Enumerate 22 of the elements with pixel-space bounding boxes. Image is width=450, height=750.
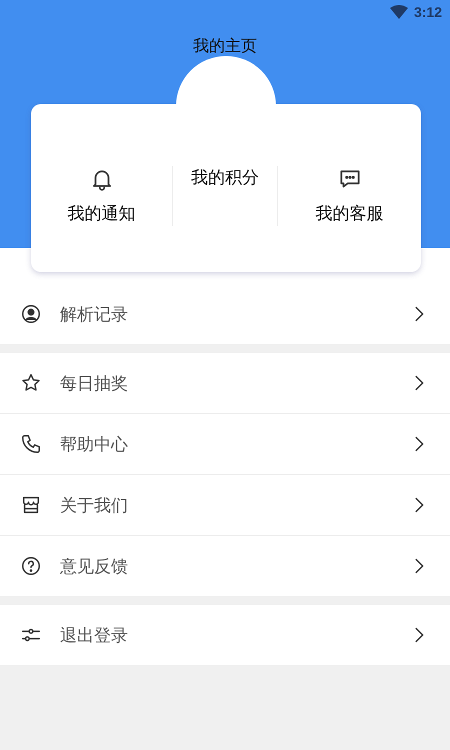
wifi-icon (390, 5, 408, 19)
store-icon (20, 494, 42, 516)
menu-label: 帮助中心 (60, 434, 129, 456)
menu-label: 意见反馈 (60, 556, 129, 578)
menu-label: 退出登录 (60, 624, 129, 646)
user-circle-icon (20, 303, 42, 325)
menu-item[interactable]: 解析记录 (0, 284, 450, 344)
menu-label: 每日抽奖 (60, 372, 129, 394)
card-item-label[interactable]: 我的通知 (68, 202, 136, 225)
menu-item[interactable]: 关于我们 (0, 474, 450, 535)
menu-label: 解析记录 (60, 304, 129, 326)
card-item-label[interactable]: 我的积分 (191, 166, 259, 189)
page-title: 我的主页 (193, 36, 257, 55)
question-icon (20, 555, 42, 577)
menu-item[interactable]: 退出登录 (0, 605, 450, 665)
menu-item[interactable]: 意见反馈 (0, 535, 450, 596)
status-time: 3:12 (414, 4, 442, 20)
phone-icon (20, 433, 42, 455)
menu-label: 关于我们 (60, 494, 129, 516)
menu-item[interactable]: 每日抽奖 (0, 353, 450, 413)
menu-item[interactable]: 帮助中心 (0, 413, 450, 474)
card-item-label[interactable]: 我的客服 (316, 202, 384, 225)
